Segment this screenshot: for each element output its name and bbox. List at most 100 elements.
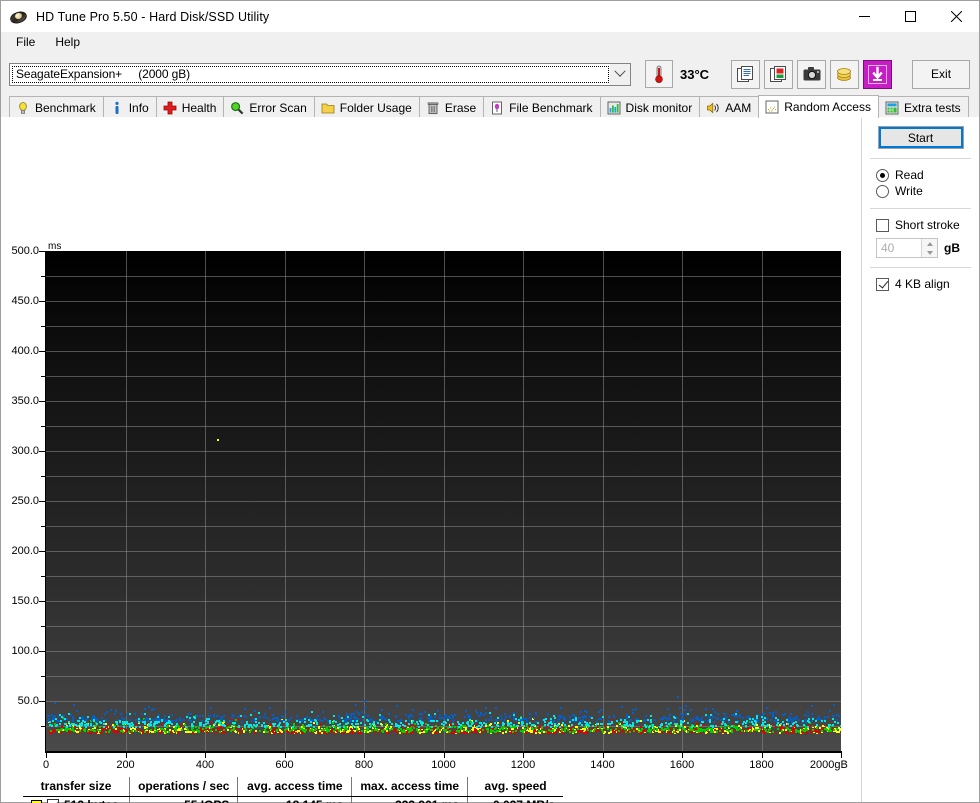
lightbulb-icon [16, 101, 30, 115]
data-point [503, 712, 506, 715]
data-point [564, 729, 567, 732]
minimize-button[interactable] [841, 1, 887, 32]
menu-help[interactable]: Help [46, 32, 89, 53]
radio-read[interactable]: Read [862, 167, 979, 183]
maximize-button[interactable] [887, 1, 933, 32]
data-point [811, 728, 814, 731]
series-checkbox[interactable] [47, 799, 59, 803]
data-point [411, 731, 414, 734]
data-point [599, 709, 602, 711]
radio-write[interactable]: Write [862, 183, 979, 199]
tab-disk-monitor[interactable]: Disk monitor [599, 96, 701, 118]
data-point [338, 725, 341, 728]
data-point [266, 725, 269, 727]
table-row: 512 bytes 55 IOPS18.145 ms333.901 ms0.027… [23, 796, 563, 803]
data-point [416, 723, 419, 726]
stepper-up-icon[interactable] [922, 239, 937, 248]
data-point [823, 719, 826, 722]
screenshot-button[interactable] [797, 59, 827, 89]
tab-info[interactable]: Info [102, 96, 157, 118]
data-point [744, 721, 747, 724]
stepper-down-icon[interactable] [922, 248, 937, 257]
data-point [833, 704, 836, 707]
menu-bar: File Help [1, 32, 979, 54]
donate-button[interactable] [830, 59, 860, 89]
data-point [770, 725, 773, 728]
tab-folder-usage[interactable]: Folder Usage [313, 96, 420, 118]
align-checkbox[interactable]: 4 KB align [862, 276, 979, 292]
data-point [829, 727, 832, 730]
data-point [183, 718, 186, 721]
tab-label: Random Access [784, 100, 871, 114]
short-stroke-checkbox[interactable]: Short stroke [862, 217, 979, 233]
tab-benchmark[interactable]: Benchmark [9, 96, 104, 118]
tab-file-benchmark[interactable]: File Benchmark [483, 96, 601, 118]
drive-select[interactable]: SeagateExpansion+ (2000 gB) [9, 62, 631, 86]
data-point [593, 729, 596, 732]
data-point [386, 731, 389, 734]
data-point [571, 727, 574, 730]
data-point [646, 730, 649, 732]
data-point [380, 717, 383, 720]
data-point [345, 722, 348, 725]
tab-label: Disk monitor [625, 100, 693, 115]
data-point [520, 716, 523, 719]
data-point [285, 718, 288, 721]
menu-file[interactable]: File [7, 32, 44, 53]
data-point-outlier [216, 439, 219, 441]
data-point [69, 714, 72, 717]
data-point [745, 715, 748, 718]
copy-image-button[interactable] [764, 59, 794, 89]
data-point [415, 729, 418, 732]
data-point [790, 719, 793, 722]
data-point [367, 731, 370, 734]
copy-text-button[interactable] [731, 59, 761, 89]
data-point [723, 712, 726, 715]
exit-button[interactable]: Exit [912, 59, 971, 89]
tab-random-access[interactable]: Random Access [758, 95, 879, 118]
data-point [823, 715, 826, 718]
col-avg-access: avg. access time [237, 777, 353, 797]
data-point [781, 727, 784, 730]
data-point [363, 723, 366, 726]
data-point [69, 730, 72, 733]
data-point [188, 731, 191, 734]
tab-extra-tests[interactable]: Extra tests [877, 96, 969, 118]
data-point [114, 710, 117, 713]
data-point [50, 724, 53, 727]
data-point [201, 714, 204, 717]
data-point [340, 731, 343, 734]
data-point [723, 726, 726, 729]
short-stroke-unit: gB [944, 241, 960, 255]
data-point [197, 730, 200, 732]
data-point [387, 725, 390, 728]
start-button[interactable]: Start [877, 126, 964, 149]
data-point [443, 720, 446, 723]
data-point [528, 722, 531, 725]
data-point [228, 719, 231, 722]
data-point [754, 720, 757, 723]
tab-error-scan[interactable]: Error Scan [223, 96, 315, 118]
tab-health[interactable]: Health [155, 96, 225, 118]
data-point [412, 708, 414, 711]
save-button[interactable] [863, 59, 893, 89]
data-point [238, 728, 241, 731]
chevron-down-icon[interactable] [610, 63, 630, 85]
y-tick-mark-minor [41, 526, 45, 527]
data-point [625, 731, 628, 733]
short-stroke-stepper[interactable]: 40 [876, 238, 938, 258]
short-stroke-checkbox-icon[interactable] [876, 218, 889, 232]
filebench-icon [490, 101, 504, 115]
data-point [285, 724, 288, 727]
radio-read-icon[interactable] [876, 168, 889, 182]
tab-aam[interactable]: AAM [699, 96, 760, 118]
data-point [644, 725, 647, 728]
data-point [557, 718, 560, 721]
tab-erase[interactable]: Erase [418, 96, 485, 118]
data-point [243, 725, 246, 728]
data-point [763, 728, 766, 730]
align-checkbox-icon[interactable] [876, 277, 889, 291]
close-button[interactable] [933, 1, 979, 32]
radio-write-icon[interactable] [876, 184, 889, 198]
random-access-chart: ms 50.0 100.0 150.0 200.0 250.0 300.0 350.0 400… [1, 118, 861, 771]
